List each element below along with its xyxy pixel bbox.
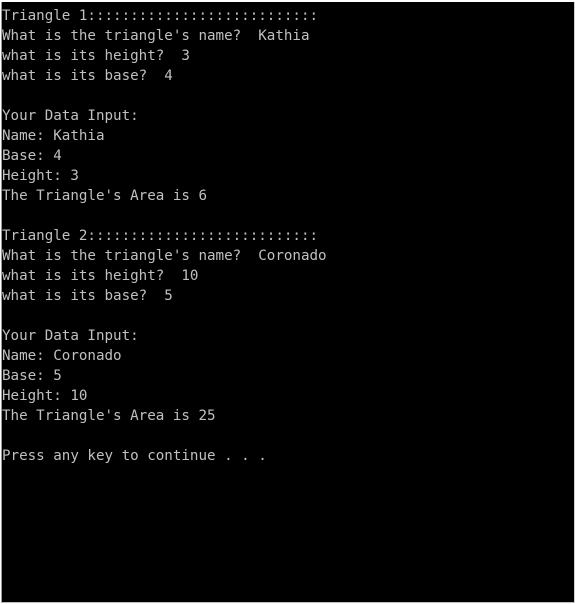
console-line: Name: Coronado <box>2 348 122 364</box>
console-line: what is its base? 5 <box>2 288 173 304</box>
console-line: What is the triangle's name? Coronado <box>2 248 327 264</box>
console-line: Height: 3 <box>2 168 79 184</box>
console-line: Your Data Input: <box>2 108 139 124</box>
console-line: Base: 5 <box>2 368 62 384</box>
console-line: Your Data Input: <box>2 328 139 344</box>
console-line: The Triangle's Area is 6 <box>2 188 207 204</box>
console-line: What is the triangle's name? Kathia <box>2 28 310 44</box>
console-line: Triangle 2::::::::::::::::::::::::::: <box>2 228 319 244</box>
console-window[interactable]: Triangle 1::::::::::::::::::::::::::: Wha… <box>1 2 575 603</box>
console-line: what is its height? 3 <box>2 48 190 64</box>
console-line: Triangle 1::::::::::::::::::::::::::: <box>2 8 319 24</box>
console-line: Base: 4 <box>2 148 62 164</box>
console-line: Press any key to continue . . . <box>2 448 267 464</box>
console-line: Height: 10 <box>2 388 88 404</box>
console-line: The Triangle's Area is 25 <box>2 408 216 424</box>
console-line: what is its base? 4 <box>2 68 173 84</box>
console-output: Triangle 1::::::::::::::::::::::::::: Wha… <box>2 2 574 466</box>
console-line: Name: Kathia <box>2 128 105 144</box>
console-line: what is its height? 10 <box>2 268 199 284</box>
